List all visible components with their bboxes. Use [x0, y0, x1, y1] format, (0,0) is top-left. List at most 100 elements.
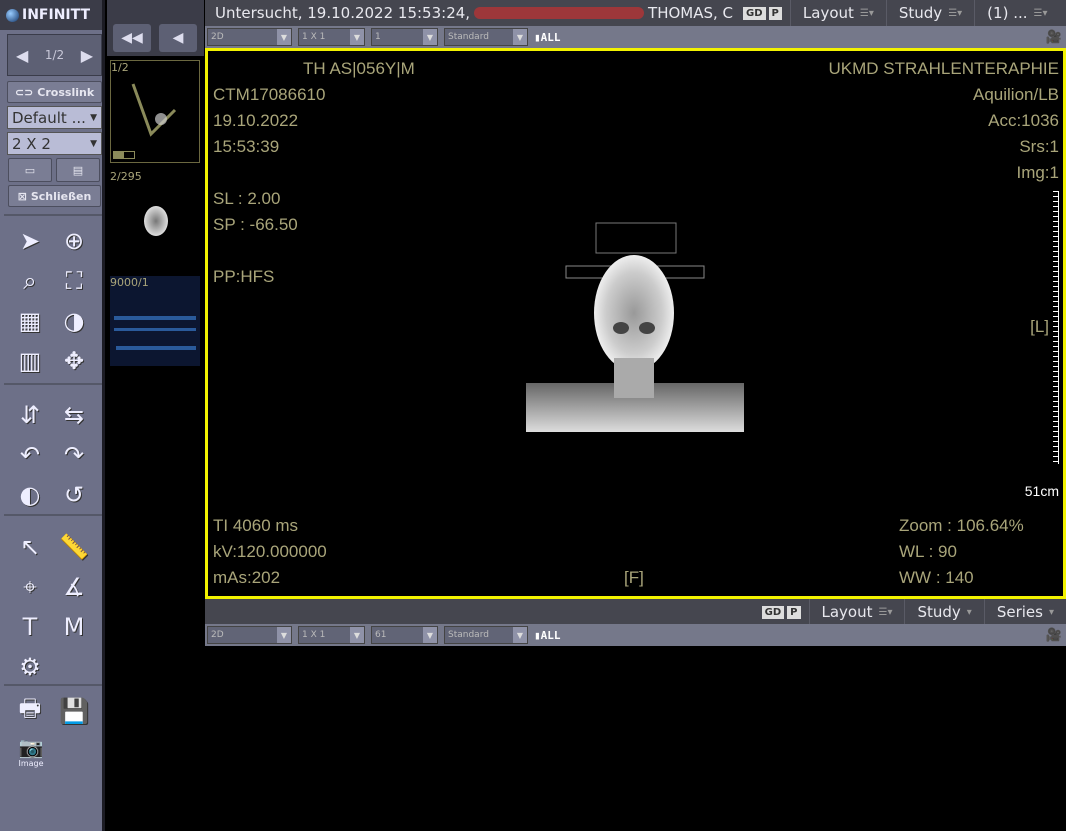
chevron-down-icon: ▼	[423, 29, 437, 45]
arrow-icon[interactable]: ↖	[14, 531, 46, 563]
left-icon: ◀	[172, 30, 184, 46]
undo-icon[interactable]: ↺	[58, 479, 90, 511]
overlay-bottom-left: TI 4060 ms kV:120.000000 mAs:202	[213, 516, 327, 587]
chevron-down-icon: ▼	[277, 627, 291, 643]
preset-select[interactable]: Default ... ▼	[7, 106, 102, 129]
left-toolbar: INFINITT ◀ 1/2 ▶ ⊂⊃ Crosslink Default ...…	[0, 0, 105, 831]
pan-icon[interactable]: ✥	[58, 345, 90, 377]
sl-icon[interactable]: ⚙	[14, 651, 46, 683]
overlay-bottom-right: Zoom : 106.64% WL : 90 WW : 140	[899, 516, 1024, 587]
all-button[interactable]: ▮ALL	[534, 31, 561, 44]
cine-icon[interactable]: 🎥	[1046, 30, 1062, 45]
text-icon[interactable]: T	[14, 611, 46, 643]
chevron-down-icon: ▾	[966, 606, 972, 618]
camera-icon: 📷	[18, 735, 44, 759]
pointer-icon[interactable]: ➤	[14, 225, 46, 257]
ruler-2d-icon[interactable]: 📏	[58, 531, 90, 563]
invert-icon[interactable]: ◐	[14, 479, 46, 511]
page-indicator: 1/2	[44, 48, 65, 62]
ct-scout-image	[526, 222, 744, 432]
cine-icon[interactable]: 🎥	[1046, 628, 1062, 643]
scale-ruler	[1053, 191, 1059, 464]
patient-icon[interactable]: P	[768, 6, 782, 20]
rotate-left-icon[interactable]: ↶	[14, 439, 46, 471]
thumbnail-3[interactable]: 9000/1	[110, 276, 200, 366]
scale-label: 51cm	[1024, 483, 1059, 499]
magnifier-icon[interactable]: ⌕	[14, 265, 46, 297]
chevron-down-icon: ▼	[277, 29, 291, 45]
next-page-icon[interactable]: ▶	[81, 46, 93, 65]
chevron-down-icon: ▼	[90, 138, 97, 149]
preset-select[interactable]: Standard ▼	[444, 28, 528, 46]
crosslink-button[interactable]: ⊂⊃ Crosslink	[7, 81, 102, 103]
m-icon[interactable]: M	[58, 611, 90, 643]
window-icon: ▭	[24, 163, 36, 177]
link-icon[interactable]: GD	[761, 605, 785, 619]
orientation-left: [L]	[1030, 317, 1049, 336]
thumb-nav: ◀◀ ◀	[107, 0, 204, 56]
overlay-top-left: TH AS|056Y|M CTM17086610 19.10.2022 15:5…	[213, 59, 415, 286]
page-navigator: ◀ 1/2 ▶	[7, 34, 102, 76]
zoom-in-icon[interactable]: ⊕	[58, 225, 90, 257]
active-viewport[interactable]: TH AS|056Y|M CTM17086610 19.10.2022 15:5…	[205, 48, 1066, 599]
chevron-down-icon: ▼	[350, 627, 364, 643]
chevron-down-icon: ▼	[350, 29, 364, 45]
image-capture-button[interactable]: 📷 Image	[14, 735, 48, 768]
link-icon[interactable]: GD	[743, 6, 766, 20]
mode-select[interactable]: 2D ▼	[207, 28, 292, 46]
link-icon: ⊂⊃	[14, 85, 34, 99]
patient-icon[interactable]: P	[787, 605, 801, 619]
divider	[4, 214, 102, 216]
viewport-2[interactable]	[205, 646, 1066, 831]
overlay-top-right: UKMD STRAHLENTERAPHIE Aquilion/LB Acc:10…	[828, 59, 1059, 182]
preset-select[interactable]: Standard ▼	[444, 626, 528, 644]
menu-icon: ☰▾	[1033, 7, 1048, 19]
save-icon[interactable]: 💾	[58, 695, 90, 727]
crosshair-icon[interactable]: ⌖	[14, 571, 46, 603]
scout-thumb-image	[131, 83, 177, 137]
close-grid-icon: ⊠	[17, 189, 27, 203]
study-menu[interactable]: Study ☰▾	[885, 0, 974, 26]
xray-icon[interactable]: ▥	[14, 345, 46, 377]
viewport2-toolbar: 2D ▼ 1 X 1 ▼ 61 ▼ Standard ▼ ▮ALL 🎥	[205, 624, 1066, 646]
thumbnail-2[interactable]: 2/295	[110, 170, 200, 270]
redacted-name	[474, 7, 645, 19]
mode-select[interactable]: 2D ▼	[207, 626, 292, 644]
first-series-button[interactable]: ◀◀	[113, 24, 151, 52]
index-select[interactable]: 1 ▼	[371, 28, 438, 46]
study-title: Untersucht, 19.10.2022 15:53:24,	[215, 4, 471, 22]
window-layout-button[interactable]: ▭	[8, 158, 52, 182]
orientation-foot: [F]	[624, 568, 644, 587]
document-layout-button[interactable]: ▤	[56, 158, 100, 182]
menu-icon: ☰▾	[859, 7, 874, 19]
fit-icon[interactable]: ⛶	[58, 265, 90, 297]
prev-series-button[interactable]: ◀	[159, 24, 197, 52]
window-level-icon[interactable]: ◑	[58, 305, 90, 337]
flip-horizontal-icon[interactable]: ⇆	[58, 399, 90, 431]
prev-page-icon[interactable]: ◀	[16, 46, 28, 65]
layout-menu[interactable]: Layout ☰▾	[808, 599, 905, 625]
logo: INFINITT	[0, 0, 102, 30]
grid-select[interactable]: 1 X 1 ▼	[298, 626, 365, 644]
series-menu[interactable]: Series ▾	[983, 599, 1066, 625]
document-icon: ▤	[72, 163, 84, 177]
rotate-right-icon[interactable]: ↷	[58, 439, 90, 471]
close-button[interactable]: ⊠ Schließen	[8, 185, 101, 207]
double-left-icon: ◀◀	[121, 30, 143, 46]
all-button[interactable]: ▮ALL	[534, 629, 561, 642]
study-menu[interactable]: Study ▾	[904, 599, 983, 625]
viewport-header: Untersucht, 19.10.2022 15:53:24, THOMAS,…	[205, 0, 1066, 26]
angle-icon[interactable]: ∡	[58, 571, 90, 603]
thumbnail-1[interactable]: 1/2	[110, 60, 200, 163]
index-select[interactable]: 61 ▼	[371, 626, 438, 644]
viewport2-header: GD P Layout ☰▾ Study ▾ Series ▾	[205, 599, 1066, 625]
series-menu[interactable]: (1) ... ☰▾	[974, 0, 1059, 26]
layout-menu[interactable]: Layout ☰▾	[789, 0, 886, 26]
flip-vertical-icon[interactable]: ⇵	[14, 399, 46, 431]
grid-icon[interactable]: ▦	[14, 305, 46, 337]
layout-select[interactable]: 2 X 2 ▼	[7, 132, 102, 155]
menu-icon: ☰▾	[878, 606, 893, 618]
viewport-toolbar: 2D ▼ 1 X 1 ▼ 1 ▼ Standard ▼ ▮ALL 🎥	[205, 26, 1066, 48]
print-icon[interactable]: 🖶	[14, 694, 46, 727]
grid-select[interactable]: 1 X 1 ▼	[298, 28, 365, 46]
